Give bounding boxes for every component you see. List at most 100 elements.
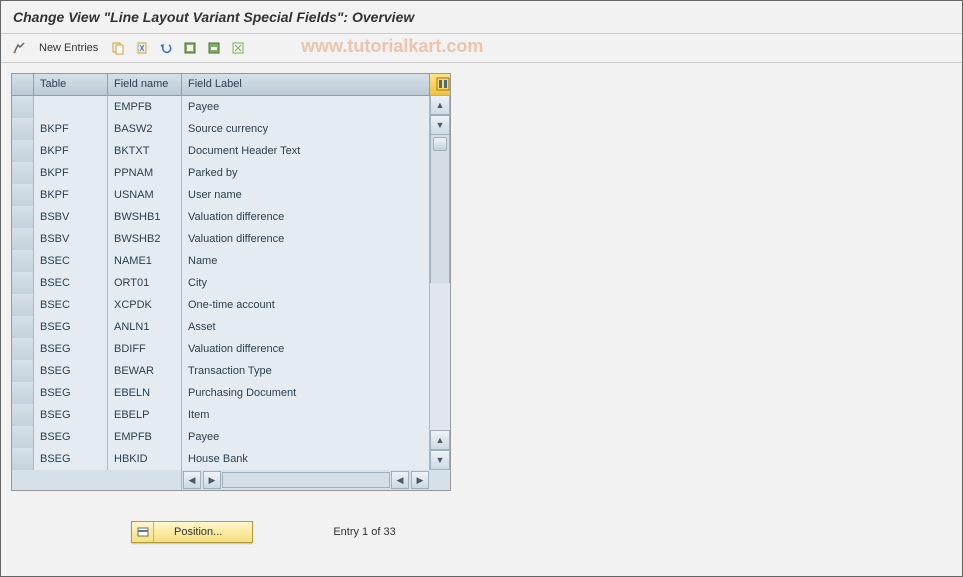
cell-table[interactable]: BKPF xyxy=(34,140,108,162)
cell-field-label[interactable]: One-time account xyxy=(182,294,430,316)
cell-table[interactable]: BSBV xyxy=(34,228,108,250)
hscroll-right2-icon[interactable]: ▶ xyxy=(411,471,429,489)
scroll-up2-icon[interactable]: ▲ xyxy=(430,430,450,450)
new-entries-button[interactable]: New Entries xyxy=(33,42,104,54)
cell-field-name[interactable]: BASW2 xyxy=(108,118,182,140)
deselect-all-icon[interactable] xyxy=(228,38,248,58)
copy-icon[interactable] xyxy=(108,38,128,58)
cell-field-name[interactable]: EMPFB xyxy=(108,96,182,118)
cell-table[interactable] xyxy=(34,96,108,118)
cell-field-label[interactable]: Item xyxy=(182,404,430,426)
position-button[interactable]: Position... xyxy=(131,521,253,543)
column-header-field-name[interactable]: Field name xyxy=(108,74,182,95)
cell-table[interactable]: BSEG xyxy=(34,404,108,426)
cell-field-label[interactable]: Valuation difference xyxy=(182,338,430,360)
row-selector[interactable] xyxy=(12,382,34,404)
cell-table[interactable]: BSEG xyxy=(34,382,108,404)
select-all-icon[interactable] xyxy=(180,38,200,58)
delete-icon[interactable] xyxy=(132,38,152,58)
cell-table[interactable]: BSEG xyxy=(34,316,108,338)
cell-field-label[interactable]: Asset xyxy=(182,316,430,338)
row-selector[interactable] xyxy=(12,338,34,360)
cell-table[interactable]: BSBV xyxy=(34,206,108,228)
row-selector[interactable] xyxy=(12,272,34,294)
cell-field-name[interactable]: ANLN1 xyxy=(108,316,182,338)
table-row: BSBVBWSHB2Valuation difference xyxy=(12,228,450,250)
row-selector[interactable] xyxy=(12,316,34,338)
row-selector[interactable] xyxy=(12,162,34,184)
grid-header: Table Field name Field Label xyxy=(12,74,450,96)
row-selector[interactable] xyxy=(12,228,34,250)
cell-field-label[interactable]: Purchasing Document xyxy=(182,382,430,404)
scroll-up-icon[interactable]: ▲ xyxy=(430,95,450,115)
row-selector[interactable] xyxy=(12,118,34,140)
select-block-icon[interactable] xyxy=(204,38,224,58)
row-selector[interactable] xyxy=(12,250,34,272)
cell-table[interactable]: BSEC xyxy=(34,272,108,294)
cell-table[interactable]: BSEG xyxy=(34,426,108,448)
row-selector[interactable] xyxy=(12,140,34,162)
cell-field-label[interactable]: Parked by xyxy=(182,162,430,184)
cell-field-name[interactable]: BKTXT xyxy=(108,140,182,162)
row-select-header[interactable] xyxy=(12,74,34,95)
cell-field-name[interactable]: EMPFB xyxy=(108,426,182,448)
cell-field-name[interactable]: XCPDK xyxy=(108,294,182,316)
cell-table[interactable]: BKPF xyxy=(34,184,108,206)
hscroll-left-icon[interactable]: ◀ xyxy=(183,471,201,489)
cell-field-name[interactable]: EBELP xyxy=(108,404,182,426)
cell-field-label[interactable]: Valuation difference xyxy=(182,228,430,250)
row-selector[interactable] xyxy=(12,360,34,382)
cell-field-name[interactable]: ORT01 xyxy=(108,272,182,294)
cell-field-name[interactable]: BWSHB1 xyxy=(108,206,182,228)
cell-field-name[interactable]: HBKID xyxy=(108,448,182,470)
cell-field-label[interactable]: Transaction Type xyxy=(182,360,430,382)
toggle-display-icon[interactable] xyxy=(9,38,29,58)
cell-table[interactable]: BSEC xyxy=(34,294,108,316)
cell-table[interactable]: BSEG xyxy=(34,338,108,360)
position-label: Position... xyxy=(154,526,252,538)
scroll-down-icon[interactable]: ▼ xyxy=(430,115,450,135)
table-row: BSECXCPDKOne-time account xyxy=(12,294,450,316)
column-header-table[interactable]: Table xyxy=(34,74,108,95)
hscroll-left2-icon[interactable]: ◀ xyxy=(391,471,409,489)
cell-field-name[interactable]: BDIFF xyxy=(108,338,182,360)
horizontal-scrollbar: ◀ ▶ ◀ ▶ xyxy=(12,470,450,490)
scroll-down2-icon[interactable]: ▼ xyxy=(430,450,450,470)
row-selector[interactable] xyxy=(12,426,34,448)
row-selector[interactable] xyxy=(12,184,34,206)
cell-field-name[interactable]: NAME1 xyxy=(108,250,182,272)
grid-body: EMPFBPayeeBKPFBASW2Source currencyBKPFBK… xyxy=(12,96,450,470)
cell-field-label[interactable]: Payee xyxy=(182,96,430,118)
cell-field-label[interactable]: House Bank xyxy=(182,448,430,470)
vertical-scrollbar[interactable]: ▲ ▼ ▲ ▼ xyxy=(430,95,450,470)
cell-field-name[interactable]: BEWAR xyxy=(108,360,182,382)
cell-field-label[interactable]: Payee xyxy=(182,426,430,448)
cell-field-name[interactable]: EBELN xyxy=(108,382,182,404)
undo-icon[interactable] xyxy=(156,38,176,58)
cell-field-label[interactable]: User name xyxy=(182,184,430,206)
hscroll-right-icon[interactable]: ▶ xyxy=(203,471,221,489)
configure-columns-icon[interactable] xyxy=(430,74,450,95)
scroll-thumb[interactable] xyxy=(433,137,447,151)
cell-table[interactable]: BKPF xyxy=(34,118,108,140)
cell-table[interactable]: BSEG xyxy=(34,360,108,382)
cell-field-name[interactable]: USNAM xyxy=(108,184,182,206)
hscroll-track[interactable] xyxy=(222,472,390,488)
cell-table[interactable]: BKPF xyxy=(34,162,108,184)
cell-field-label[interactable]: Source currency xyxy=(182,118,430,140)
cell-table[interactable]: BSEG xyxy=(34,448,108,470)
cell-field-label[interactable]: Document Header Text xyxy=(182,140,430,162)
row-selector[interactable] xyxy=(12,206,34,228)
row-selector[interactable] xyxy=(12,294,34,316)
column-header-field-label[interactable]: Field Label xyxy=(182,74,430,95)
cell-table[interactable]: BSEC xyxy=(34,250,108,272)
cell-field-name[interactable]: PPNAM xyxy=(108,162,182,184)
cell-field-name[interactable]: BWSHB2 xyxy=(108,228,182,250)
cell-field-label[interactable]: Valuation difference xyxy=(182,206,430,228)
cell-field-label[interactable]: City xyxy=(182,272,430,294)
cell-field-label[interactable]: Name xyxy=(182,250,430,272)
row-selector[interactable] xyxy=(12,96,34,118)
row-selector[interactable] xyxy=(12,448,34,470)
scroll-track[interactable] xyxy=(430,135,450,283)
row-selector[interactable] xyxy=(12,404,34,426)
